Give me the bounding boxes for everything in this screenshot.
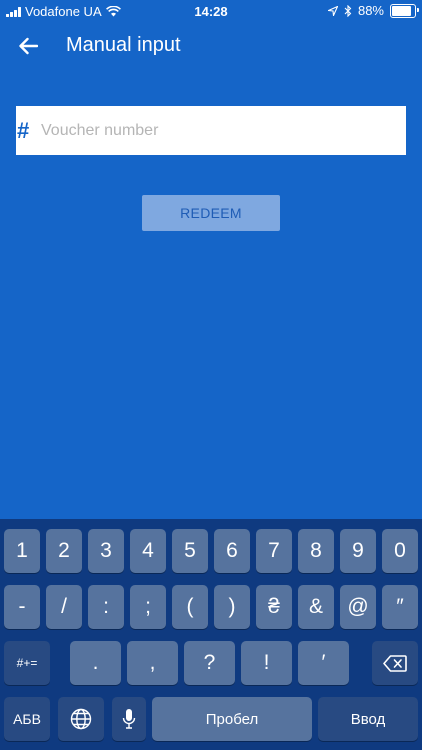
key-slash[interactable]: / bbox=[46, 585, 82, 629]
key-8[interactable]: 8 bbox=[298, 529, 334, 573]
key-9[interactable]: 9 bbox=[340, 529, 376, 573]
key-1[interactable]: 1 bbox=[4, 529, 40, 573]
key-comma[interactable]: , bbox=[127, 641, 178, 685]
battery-percent: 88% bbox=[357, 3, 384, 18]
space-key[interactable]: Пробел bbox=[152, 697, 312, 741]
page-title: Manual input bbox=[66, 34, 181, 56]
key-at[interactable]: @ bbox=[340, 585, 376, 629]
key-hyphen[interactable]: - bbox=[4, 585, 40, 629]
key-hryvnia[interactable]: ₴ bbox=[256, 585, 292, 629]
keyboard: 1 2 3 4 5 6 7 8 9 0 - / : ; ( ) ₴ & @ ″ … bbox=[0, 519, 422, 750]
key-2[interactable]: 2 bbox=[46, 529, 82, 573]
arrow-left-icon bbox=[19, 37, 38, 55]
key-left-paren[interactable]: ( bbox=[172, 585, 208, 629]
backspace-key[interactable] bbox=[372, 641, 418, 685]
status-bar: Vodafone UA 14:28 88% bbox=[0, 0, 422, 22]
bluetooth-icon bbox=[344, 4, 352, 17]
key-prime[interactable]: ′ bbox=[298, 641, 349, 685]
microphone-icon bbox=[122, 709, 136, 729]
redeem-button[interactable]: REDEEM bbox=[142, 195, 280, 231]
key-7[interactable]: 7 bbox=[256, 529, 292, 573]
key-ampersand[interactable]: & bbox=[298, 585, 334, 629]
microphone-key[interactable] bbox=[112, 697, 146, 741]
key-double-prime[interactable]: ″ bbox=[382, 585, 418, 629]
key-language-abc[interactable]: АБВ bbox=[4, 697, 50, 741]
key-exclamation[interactable]: ! bbox=[241, 641, 292, 685]
key-semicolon[interactable]: ; bbox=[130, 585, 166, 629]
globe-icon bbox=[70, 708, 92, 730]
key-6[interactable]: 6 bbox=[214, 529, 250, 573]
key-4[interactable]: 4 bbox=[130, 529, 166, 573]
voucher-field[interactable]: # bbox=[16, 105, 406, 156]
key-question[interactable]: ? bbox=[184, 641, 235, 685]
battery-icon bbox=[390, 3, 419, 18]
key-0[interactable]: 0 bbox=[382, 529, 418, 573]
key-colon[interactable]: : bbox=[88, 585, 124, 629]
backspace-icon bbox=[383, 654, 407, 672]
key-right-paren[interactable]: ) bbox=[214, 585, 250, 629]
voucher-number-input[interactable] bbox=[37, 105, 406, 156]
hash-icon: # bbox=[17, 117, 30, 143]
key-period[interactable]: . bbox=[70, 641, 121, 685]
back-button[interactable] bbox=[14, 32, 42, 60]
key-symbols[interactable]: #+= bbox=[4, 641, 50, 685]
battery-fill bbox=[392, 5, 412, 16]
globe-key[interactable] bbox=[58, 697, 104, 741]
status-right: 88% bbox=[327, 3, 419, 18]
key-3[interactable]: 3 bbox=[88, 529, 124, 573]
return-key[interactable]: Ввод bbox=[318, 697, 418, 741]
app-bar: Manual input bbox=[0, 22, 422, 70]
key-5[interactable]: 5 bbox=[172, 529, 208, 573]
location-arrow-icon bbox=[327, 5, 338, 16]
